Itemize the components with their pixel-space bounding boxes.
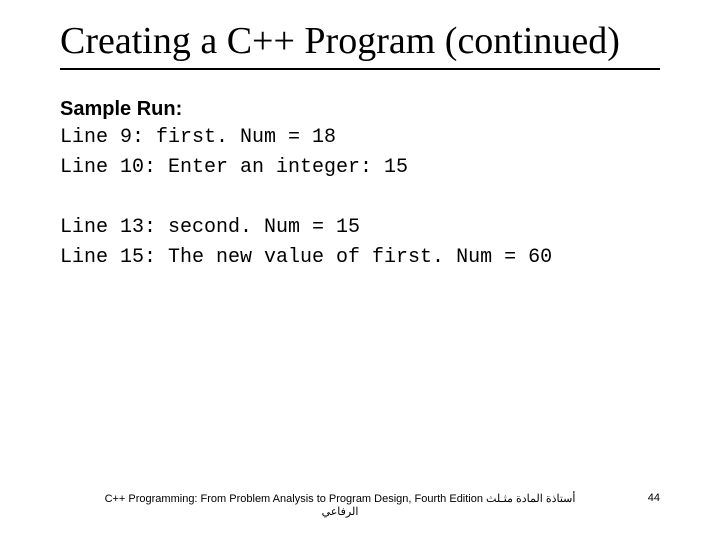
- footer-line1: C++ Programming: From Problem Analysis t…: [105, 493, 576, 505]
- code-block-2: Line 13: second. Num = 15 Line 15: The n…: [60, 213, 660, 273]
- sample-run-label: Sample Run:: [60, 98, 660, 121]
- slide: Creating a C++ Program (continued) Sampl…: [0, 0, 720, 540]
- footer: C++ Programming: From Problem Analysis t…: [0, 492, 720, 518]
- slide-title: Creating a C++ Program (continued): [60, 20, 660, 70]
- spacer: [60, 183, 660, 213]
- page-number: 44: [620, 492, 660, 504]
- footer-text: C++ Programming: From Problem Analysis t…: [60, 492, 620, 518]
- footer-line2: الرفاعي: [322, 506, 359, 518]
- code-block-1: Line 9: first. Num = 18 Line 10: Enter a…: [60, 123, 660, 183]
